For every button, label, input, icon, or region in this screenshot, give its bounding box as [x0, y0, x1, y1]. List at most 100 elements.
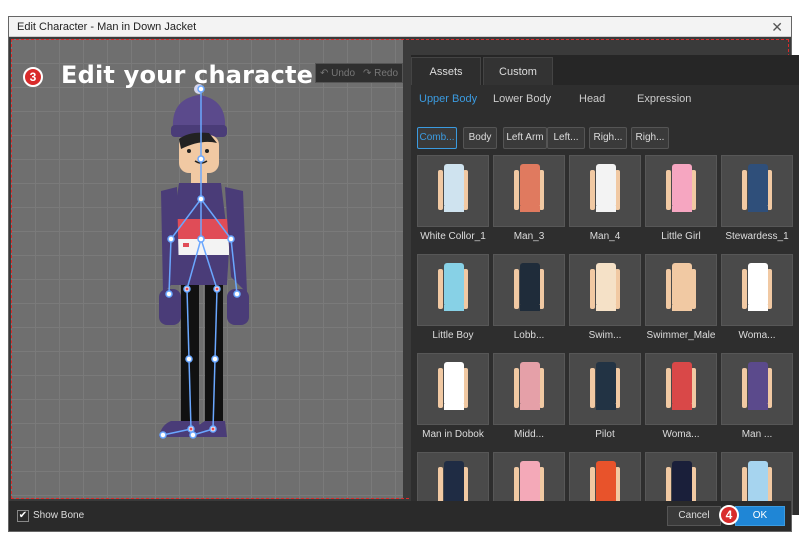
asset-hip: [520, 404, 540, 410]
asset-label: Man ...: [741, 429, 773, 440]
asset-left-arm: [666, 170, 671, 210]
asset-item[interactable]: White Collor_1: [417, 155, 489, 242]
asset-label: Lobb...: [513, 330, 545, 341]
asset-thumbnail[interactable]: [493, 254, 565, 326]
asset-item[interactable]: Midd...: [493, 353, 565, 440]
close-icon[interactable]: ✕: [771, 19, 783, 36]
asset-item[interactable]: Swim...: [569, 254, 641, 341]
asset-left-arm: [742, 170, 747, 210]
filter-chip[interactable]: Left Arm: [503, 127, 547, 149]
asset-hip: [444, 206, 464, 212]
asset-hip: [444, 305, 464, 311]
asset-thumbnail[interactable]: [645, 155, 717, 227]
asset-hip: [672, 206, 692, 212]
asset-torso: [444, 362, 464, 404]
asset-left-arm: [666, 368, 671, 408]
asset-thumbnail[interactable]: [569, 155, 641, 227]
asset-item[interactable]: Man_3: [493, 155, 565, 242]
asset-thumbnail[interactable]: [721, 155, 793, 227]
asset-thumbnail[interactable]: [417, 155, 489, 227]
asset-torso: [596, 164, 616, 206]
asset-thumbnail[interactable]: [417, 254, 489, 326]
asset-label: Pilot: [595, 429, 615, 440]
asset-label: White Collor_1: [420, 231, 486, 242]
check-icon: ✔: [18, 510, 28, 521]
asset-torso: [672, 362, 692, 404]
asset-item[interactable]: Lobb...: [493, 254, 565, 341]
asset-label: Midd...: [513, 429, 544, 440]
edit-character-dialog: Edit Character - Man in Down Jacket ✕ As…: [8, 16, 799, 532]
dialog-footer: ✔ Show Bone Cancel OK: [9, 501, 791, 531]
step-instruction: Edit your character: [61, 61, 326, 89]
character-canvas[interactable]: [11, 39, 403, 499]
asset-grid: White Collor_1 Man_3 Man_4 Little Girl Stewa…: [417, 155, 793, 515]
asset-thumbnail[interactable]: [493, 353, 565, 425]
asset-thumbnail[interactable]: [493, 155, 565, 227]
asset-thumbnail[interactable]: [569, 353, 641, 425]
asset-hip: [596, 206, 616, 212]
asset-left-arm: [742, 368, 747, 408]
asset-torso: [748, 263, 768, 305]
asset-left-arm: [514, 269, 519, 309]
asset-torso: [520, 362, 540, 404]
asset-label: Woma...: [662, 429, 700, 440]
asset-left-arm: [590, 269, 595, 309]
asset-torso: [444, 461, 464, 503]
asset-thumbnail[interactable]: [417, 353, 489, 425]
asset-thumbnail[interactable]: [569, 254, 641, 326]
subtab-expression[interactable]: Expression: [637, 93, 691, 105]
subtab-upper-body[interactable]: Upper Body: [419, 93, 477, 105]
asset-torso: [520, 461, 540, 503]
filter-chip[interactable]: Body: [463, 127, 497, 149]
asset-hip: [444, 404, 464, 410]
asset-hip: [748, 305, 768, 311]
tab-assets[interactable]: Assets: [411, 57, 481, 85]
asset-label: Stewardess_1: [725, 231, 789, 242]
asset-thumbnail[interactable]: [721, 254, 793, 326]
redo-icon: ↷: [362, 67, 372, 79]
asset-item[interactable]: Little Boy: [417, 254, 489, 341]
step-badge: 4: [719, 505, 739, 525]
filter-chip[interactable]: Left...: [547, 127, 585, 149]
asset-left-arm: [514, 170, 519, 210]
filter-chip[interactable]: Comb...: [417, 127, 457, 149]
filter-chip[interactable]: Righ...: [631, 127, 669, 149]
asset-item[interactable]: Stewardess_1: [721, 155, 793, 242]
asset-torso: [520, 164, 540, 206]
subtab-lower-body[interactable]: Lower Body: [493, 93, 551, 105]
asset-label: Man_4: [589, 231, 621, 242]
character-preview[interactable]: [11, 39, 403, 499]
asset-left-arm: [590, 368, 595, 408]
asset-item[interactable]: Pilot: [569, 353, 641, 440]
asset-item[interactable]: Little Girl: [645, 155, 717, 242]
cancel-button[interactable]: Cancel: [667, 506, 721, 526]
asset-torso: [672, 164, 692, 206]
asset-left-arm: [514, 368, 519, 408]
show-bone-checkbox[interactable]: ✔: [17, 510, 29, 522]
asset-item[interactable]: Woma...: [645, 353, 717, 440]
asset-item[interactable]: Woma...: [721, 254, 793, 341]
asset-hip: [748, 206, 768, 212]
undo-button[interactable]: ↶ Undo: [320, 68, 355, 79]
asset-item[interactable]: Man ...: [721, 353, 793, 440]
asset-hip: [596, 404, 616, 410]
asset-panel: Assets Custom Upper Body Lower Body Head…: [411, 55, 799, 515]
asset-torso: [444, 164, 464, 206]
tab-custom[interactable]: Custom: [483, 57, 553, 85]
asset-left-arm: [438, 269, 443, 309]
asset-left-arm: [438, 170, 443, 210]
asset-hip: [672, 404, 692, 410]
asset-item[interactable]: Man_4: [569, 155, 641, 242]
asset-left-arm: [438, 368, 443, 408]
asset-thumbnail[interactable]: [721, 353, 793, 425]
redo-button[interactable]: ↷ Redo: [363, 68, 398, 79]
asset-thumbnail[interactable]: [645, 254, 717, 326]
asset-item[interactable]: Man in Dobok: [417, 353, 489, 440]
ok-button[interactable]: OK: [735, 506, 785, 526]
asset-thumbnail[interactable]: [645, 353, 717, 425]
asset-item[interactable]: Swimmer_Male: [645, 254, 717, 341]
asset-torso: [596, 362, 616, 404]
subtab-head[interactable]: Head: [579, 93, 605, 105]
asset-hip: [672, 305, 692, 311]
filter-chip[interactable]: Righ...: [589, 127, 627, 149]
